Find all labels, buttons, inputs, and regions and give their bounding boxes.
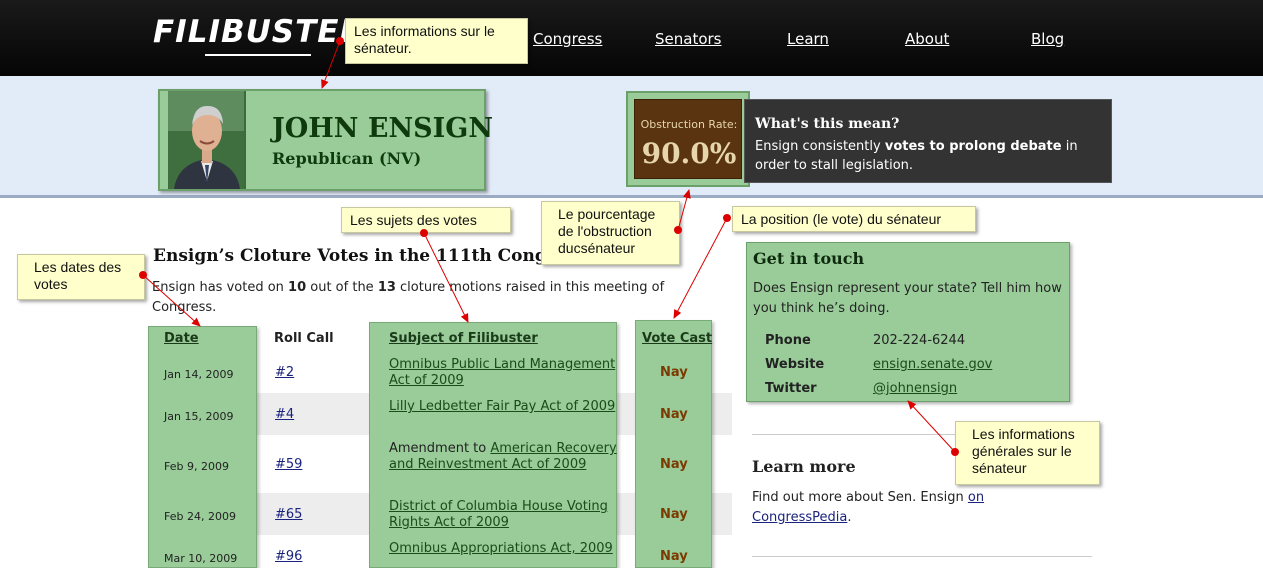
callout-subjects: Les sujets des votes — [341, 207, 511, 233]
row-subject: Lilly Ledbetter Fair Pay Act of 2009 — [389, 399, 617, 415]
row-subject: District of Columbia House Voting Rights… — [389, 499, 617, 531]
obstruction-rate-value: 90.0% — [641, 137, 737, 170]
divider — [752, 556, 1092, 557]
meaning-box: What's this mean? Ensign consistently vo… — [744, 99, 1112, 183]
votes-count-total: 13 — [377, 280, 396, 295]
logo-underline — [205, 54, 311, 56]
row-date: Jan 15, 2009 — [164, 410, 234, 423]
votes-intro-pre: Ensign has voted on — [152, 280, 289, 295]
header-date[interactable]: Date — [164, 331, 199, 346]
row-subject-prefix: Amendment to — [389, 441, 491, 456]
callout-dates: Les dates des votes — [17, 254, 145, 300]
row-date: Jan 14, 2009 — [164, 368, 234, 381]
row-subject: Omnibus Appropriations Act, 2009 — [389, 541, 617, 557]
twitter-link[interactable]: @johnensign — [873, 381, 957, 396]
row-vote: Nay — [660, 365, 688, 380]
row-roll-call-link[interactable]: #96 — [275, 549, 302, 565]
row-subject-link[interactable]: District of Columbia House Voting Rights… — [389, 499, 608, 530]
row-subject: Amendment to American Recovery and Reinv… — [389, 441, 617, 473]
row-roll-call-link[interactable]: #65 — [275, 507, 302, 523]
site-logo[interactable]: FILIBUSTED — [153, 14, 366, 50]
row-roll-call-link[interactable]: #2 — [275, 365, 294, 381]
twitter-label: Twitter — [765, 381, 817, 396]
row-roll-call-link[interactable]: #4 — [275, 407, 294, 423]
row-subject-link[interactable]: Lilly Ledbetter Fair Pay Act of 2009 — [389, 399, 615, 414]
contact-description: Does Ensign represent your state? Tell h… — [753, 281, 1062, 316]
learn-more-link-on[interactable]: on — [968, 490, 984, 505]
row-vote: Nay — [660, 407, 688, 422]
callout-obstruction: Le pourcentage de l'obstruction ducsénat… — [541, 201, 680, 265]
votes-title: Ensign’s Cloture Votes in the 111th Cong… — [153, 246, 586, 266]
nav-blog[interactable]: Blog — [1031, 30, 1064, 48]
row-subject-link[interactable]: Omnibus Appropriations Act, 2009 — [389, 541, 613, 556]
phone-label: Phone — [765, 333, 811, 348]
phone-value: 202-224-6244 — [873, 333, 966, 348]
learn-more-title: Learn more — [752, 457, 856, 476]
date-column-highlight — [148, 326, 257, 568]
vote-column-highlight — [635, 320, 712, 568]
obstruction-rate-box: Obstruction Rate: 90.0% — [626, 91, 750, 187]
nav-about[interactable]: About — [905, 30, 949, 48]
meaning-title: What's this mean? — [755, 116, 900, 132]
website-label: Website — [765, 357, 825, 372]
website-link[interactable]: ensign.senate.gov — [873, 357, 992, 372]
meaning-text-pre: Ensign consistently — [755, 139, 885, 154]
contact-title: Get in touch — [753, 249, 865, 268]
row-vote: Nay — [660, 457, 688, 472]
congresspedia-link[interactable]: CongressPedia — [752, 510, 847, 525]
header-vote-cast[interactable]: Vote Cast — [642, 331, 712, 346]
votes-intro-mid: out of the — [306, 280, 378, 295]
senator-name: JOHN ENSIGN — [272, 113, 494, 144]
header-subject[interactable]: Subject of Filibuster — [389, 331, 538, 346]
obstruction-rate-label: Obstruction Rate: — [640, 118, 738, 131]
nav-senators[interactable]: Senators — [655, 30, 722, 48]
learn-more-text: Find out more about Sen. Ensign on Congre… — [752, 488, 1022, 528]
row-date: Feb 24, 2009 — [164, 510, 236, 523]
meaning-text-bold: votes to prolong debate — [884, 139, 1062, 154]
top-bar: FILIBUSTED Congress Senators Learn About… — [0, 0, 1263, 76]
callout-senator-info: Les informations sur le sénateur. — [345, 18, 528, 64]
votes-intro: Ensign has voted on 10 out of the 13 clo… — [152, 278, 692, 318]
senator-photo — [168, 91, 246, 189]
row-subject: Omnibus Public Land Management Act of 20… — [389, 357, 617, 389]
header-roll-call: Roll Call — [274, 331, 334, 346]
meaning-text: Ensign consistently votes to prolong deb… — [755, 137, 1095, 175]
callout-position: La position (le vote) du sénateur — [732, 206, 976, 232]
row-date: Feb 9, 2009 — [164, 460, 229, 473]
contact-box: Get in touch Does Ensign represent your … — [746, 242, 1070, 402]
senator-card: JOHN ENSIGN Republican (NV) — [158, 89, 493, 191]
row-vote: Nay — [660, 507, 688, 522]
nav-learn[interactable]: Learn — [787, 30, 829, 48]
obstruction-rate-inner: Obstruction Rate: 90.0% — [634, 99, 742, 179]
nav-congress[interactable]: Congress — [533, 30, 602, 48]
row-vote: Nay — [660, 549, 688, 564]
votes-count-voted: 10 — [288, 280, 307, 295]
senator-party: Republican (NV) — [272, 149, 422, 168]
row-roll-call-link[interactable]: #59 — [275, 457, 302, 473]
row-subject-link[interactable]: Omnibus Public Land Management Act of 20… — [389, 357, 615, 388]
callout-general-info: Les informations générales sur le sénate… — [955, 421, 1100, 485]
row-date: Mar 10, 2009 — [164, 552, 238, 565]
learn-more-text-post: . — [847, 510, 852, 525]
learn-more-text-pre: Find out more about Sen. Ensign — [752, 490, 968, 505]
